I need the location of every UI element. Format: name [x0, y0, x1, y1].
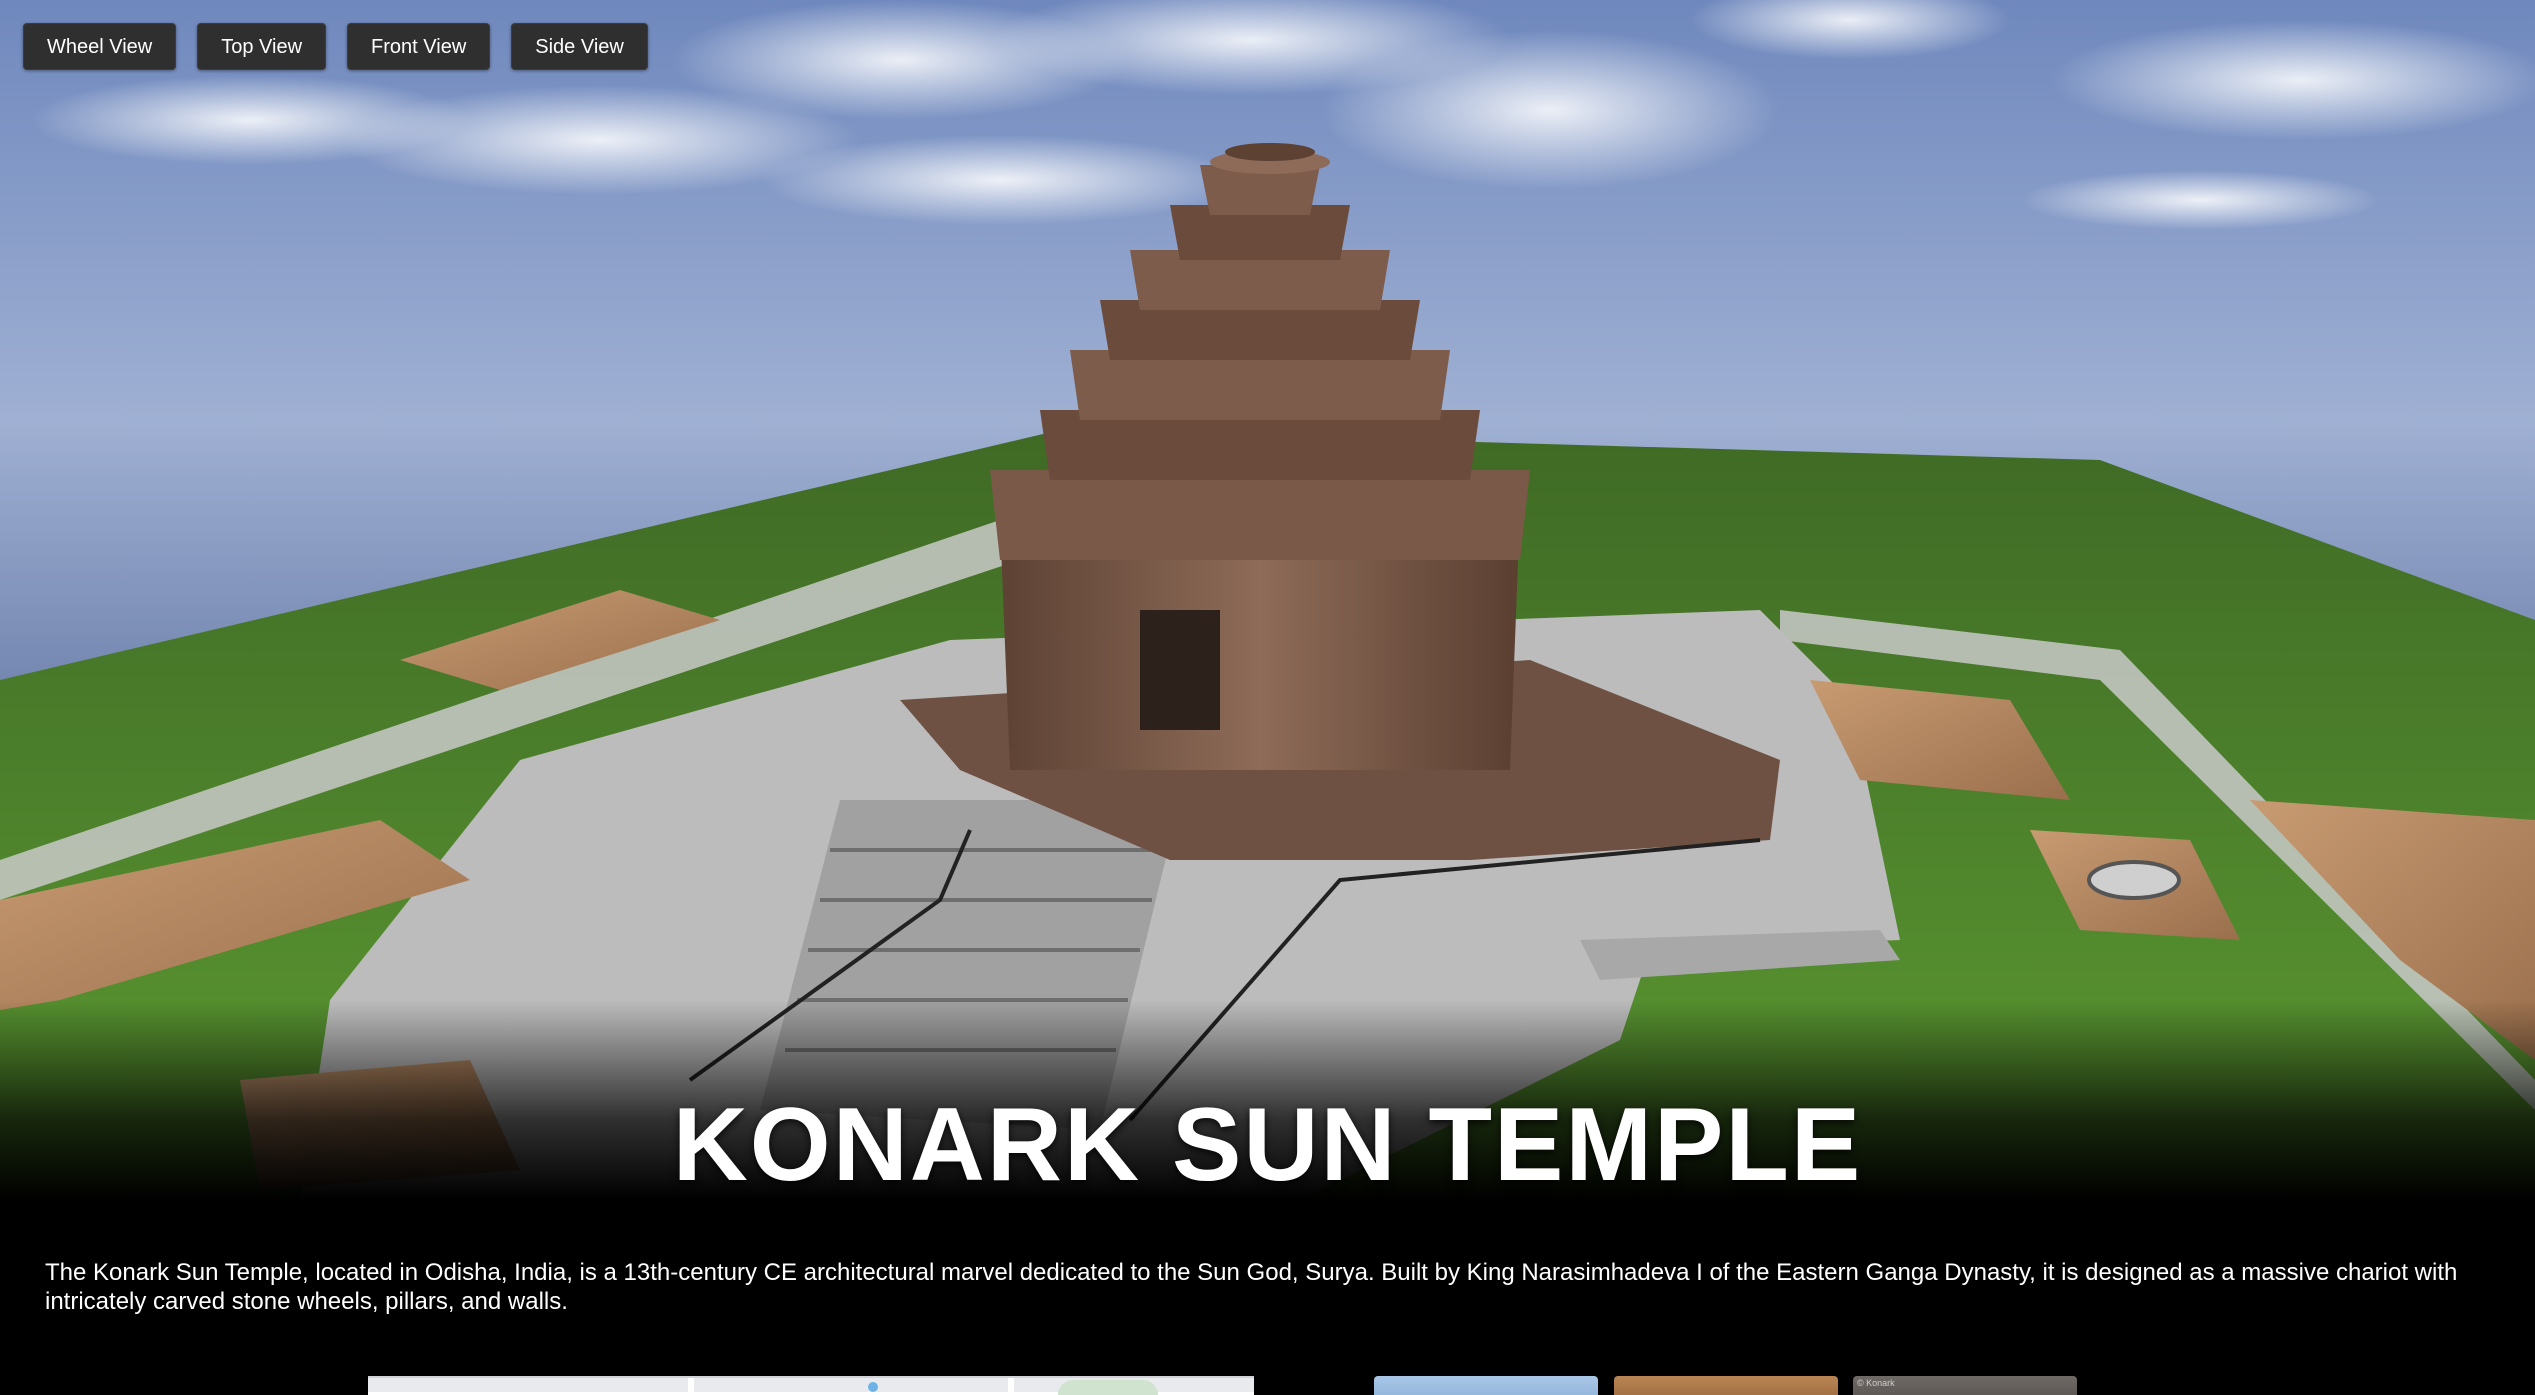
temple-photo-thumbnail[interactable]: [1374, 1376, 1598, 1395]
location-map-embed[interactable]: [368, 1376, 1254, 1395]
temple-description: The Konark Sun Temple, located in Odisha…: [45, 1259, 2458, 1315]
carving-photo-thumbnail[interactable]: [1614, 1376, 1838, 1395]
page-title: KONARK SUN TEMPLE: [672, 1087, 1863, 1203]
front-view-button[interactable]: Front View: [347, 23, 491, 70]
stone-wheel: [2087, 860, 2181, 900]
view-toolbar: Wheel View Top View Front View Side View: [23, 23, 648, 70]
viewer-stage: Wheel View Top View Front View Side View…: [0, 0, 2535, 1395]
thumbnail-caption: © Konark: [1857, 1378, 1895, 1388]
temple-doorway: [1140, 610, 1220, 730]
wheel-view-button[interactable]: Wheel View: [23, 23, 177, 70]
top-view-button[interactable]: Top View: [197, 23, 327, 70]
side-view-button[interactable]: Side View: [511, 23, 648, 70]
wheel-photo-thumbnail[interactable]: © Konark: [1853, 1376, 2077, 1395]
